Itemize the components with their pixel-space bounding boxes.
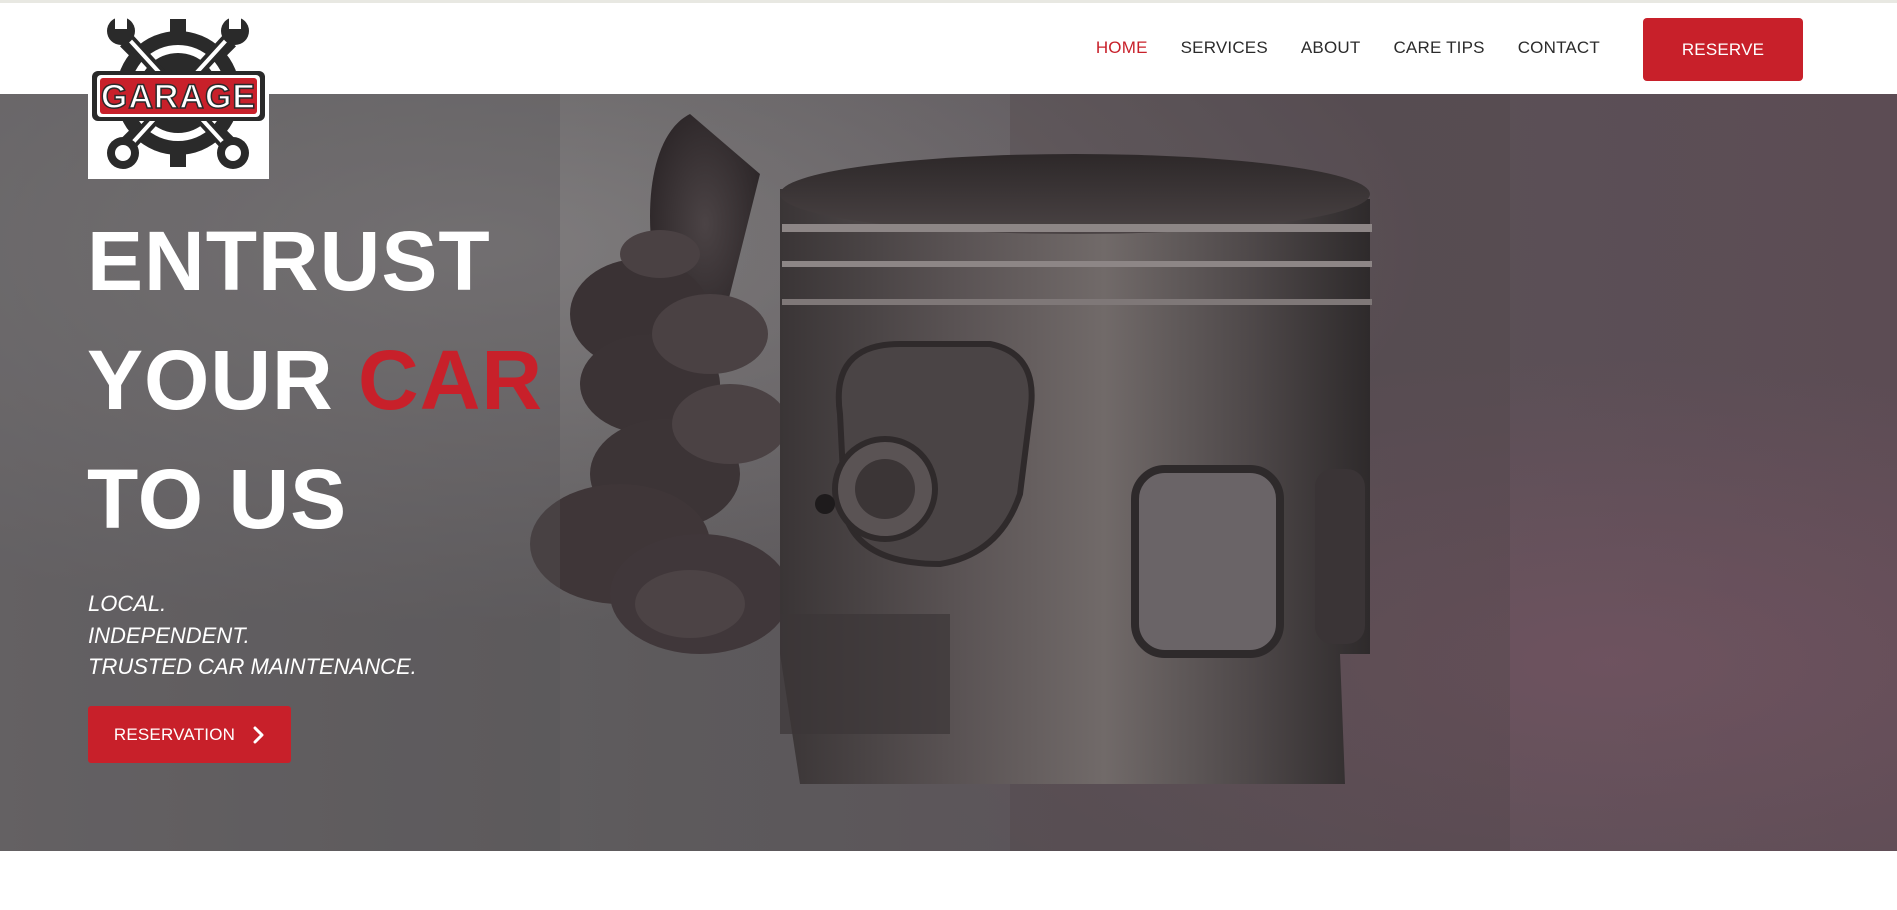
hero-section: ENTRUST YOUR CAR TO US LOCAL. INDEPENDEN… — [0, 94, 1897, 851]
nav-item-contact[interactable]: CONTACT — [1518, 38, 1600, 58]
logo-text: GARAGE — [101, 78, 256, 116]
nav-item-home[interactable]: HOME — [1096, 38, 1148, 58]
chevron-right-icon — [253, 726, 264, 743]
tagline-line: INDEPENDENT. — [88, 622, 250, 648]
hero-tagline: LOCAL. INDEPENDENT. TRUSTED CAR MAINTENA… — [88, 588, 417, 683]
tagline-line: TRUSTED CAR MAINTENANCE. — [88, 654, 417, 679]
reservation-button-label: RESERVATION — [113, 724, 236, 744]
garage-logo[interactable]: GARAGE — [88, 3, 269, 179]
hero-headline: ENTRUST YOUR CAR TO US — [87, 202, 543, 559]
reserve-button[interactable]: RESERVE — [1643, 18, 1803, 81]
garage-wrench-gear-logo-icon: GARAGE — [92, 15, 265, 169]
main-nav: HOME SERVICES ABOUT CARE TIPS CONTACT — [1063, 38, 1600, 58]
hero-title-line1: ENTRUST — [87, 214, 491, 308]
nav-item-services[interactable]: SERVICES — [1181, 38, 1268, 58]
below-hero-area — [0, 851, 1897, 910]
reservation-button[interactable]: RESERVATION — [88, 706, 291, 763]
hero-title-accent: CAR — [358, 333, 544, 427]
hero-title-line2-prefix: YOUR — [87, 333, 359, 427]
tagline-line: LOCAL. — [88, 591, 167, 616]
site-header: HOME SERVICES ABOUT CARE TIPS CONTACT RE… — [0, 3, 1897, 94]
hero-title-line3: TO US — [87, 452, 348, 546]
nav-item-about[interactable]: ABOUT — [1301, 38, 1361, 58]
hero-title-line2: YOUR CAR — [87, 321, 543, 440]
page: ENTRUST YOUR CAR TO US LOCAL. INDEPENDEN… — [0, 0, 1897, 910]
nav-item-care-tips[interactable]: CARE TIPS — [1393, 38, 1484, 58]
